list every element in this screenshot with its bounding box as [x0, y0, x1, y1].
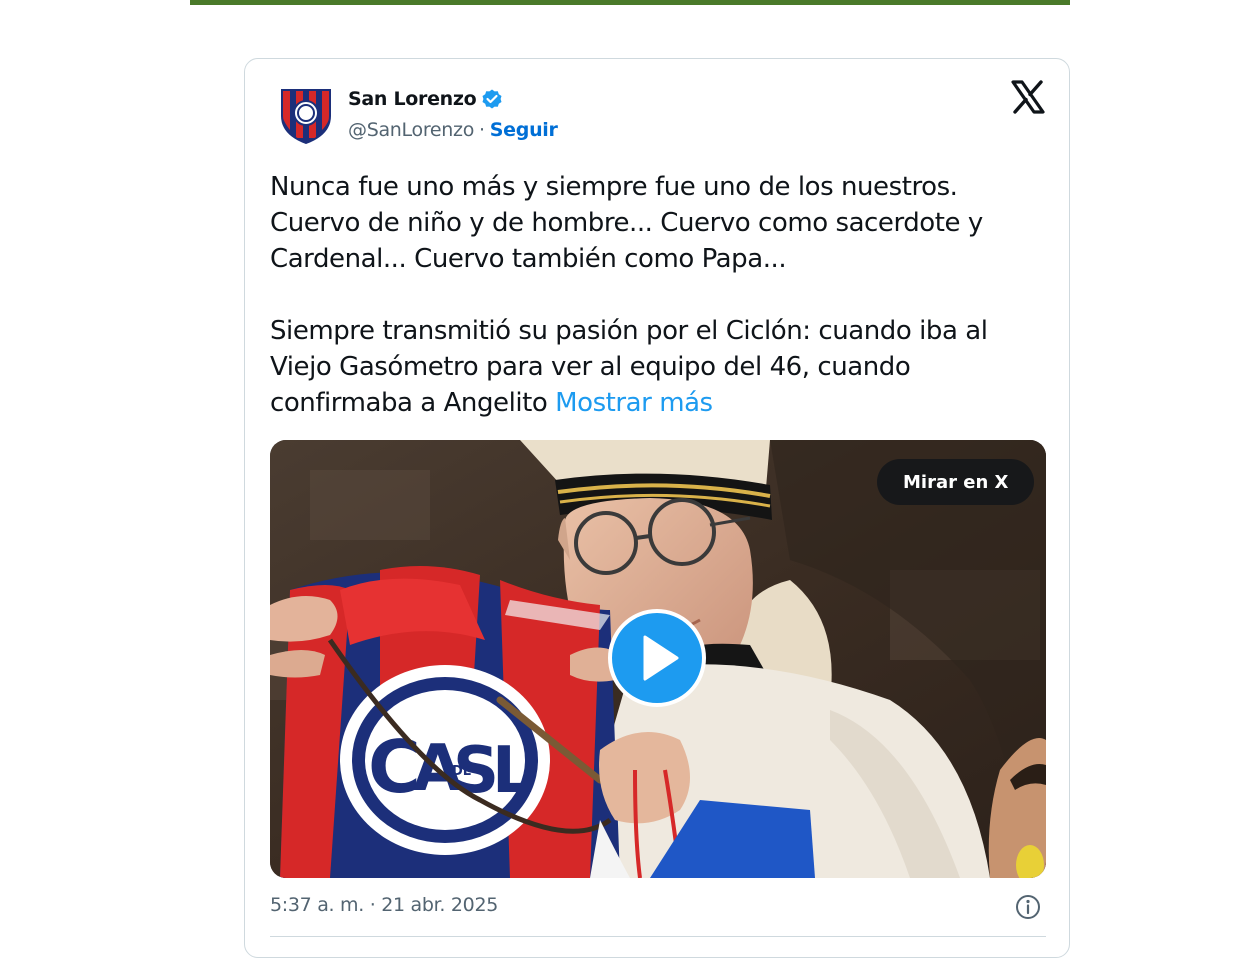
play-button[interactable] [608, 609, 706, 707]
watch-on-x-button[interactable]: Mirar en X [877, 459, 1035, 505]
page-top-bar [190, 0, 1070, 5]
play-icon [643, 635, 679, 681]
author-handle[interactable]: @SanLorenzo [348, 119, 474, 141]
follow-button[interactable]: Seguir [490, 119, 558, 141]
pennant-crest-letters: C A S L DE [368, 725, 533, 809]
tweet-paragraph-1: Nunca fue uno más y siempre fue uno de l… [270, 172, 983, 274]
tweet-timestamp[interactable]: 5:37 a. m. · 21 abr. 2025 [270, 894, 498, 916]
handle-separator: · [479, 119, 485, 141]
tweet-paragraph-2: Siempre transmitió su pasión por el Cicl… [270, 313, 1050, 421]
pennant-letter-l: L [492, 734, 533, 808]
san-lorenzo-crest-avatar[interactable] [280, 86, 332, 144]
info-icon[interactable] [1014, 893, 1042, 921]
author-display-name[interactable]: San Lorenzo [348, 88, 477, 110]
show-more-link[interactable]: Mostrar más [555, 388, 713, 418]
author-handle-row: @SanLorenzo · Seguir [348, 119, 558, 141]
author-name-row: San Lorenzo [348, 87, 504, 111]
tweet-video[interactable]: C A S L DE Mirar en X [270, 440, 1046, 878]
tweet-footer-divider [270, 936, 1046, 937]
tweet-text: Nunca fue uno más y siempre fue uno de l… [270, 169, 1050, 421]
x-logo-icon[interactable] [1010, 79, 1046, 115]
pennant-letter-de: DE [452, 764, 472, 779]
verified-badge-icon [482, 89, 502, 109]
embedded-tweet-card[interactable]: San Lorenzo @SanLorenzo · Seguir Nunca f… [244, 58, 1070, 958]
